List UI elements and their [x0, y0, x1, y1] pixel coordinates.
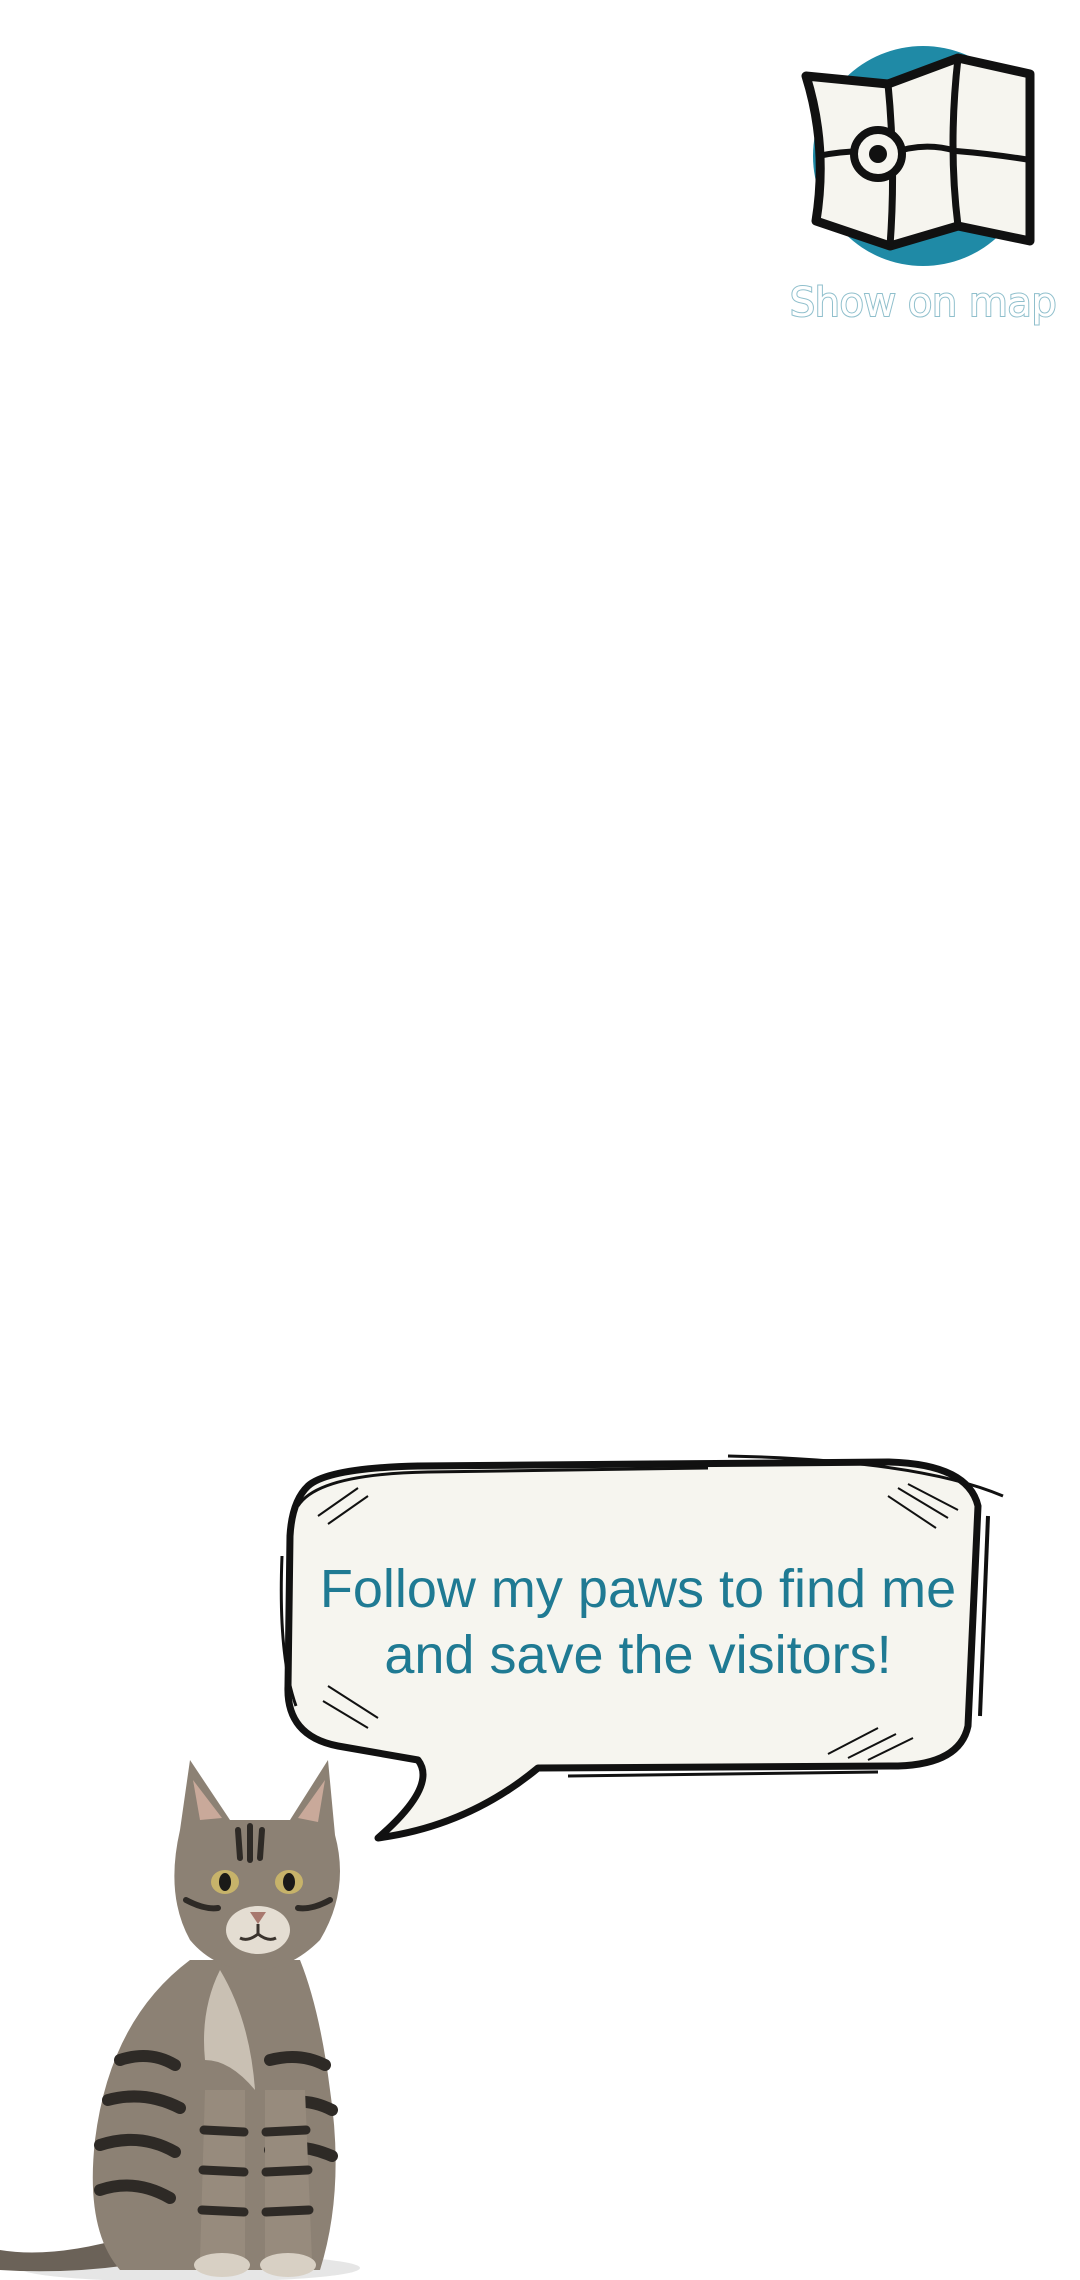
speech-bubble: Follow my paws to find me and save the v… — [268, 1446, 1018, 1846]
speech-bubble-text: Follow my paws to find me and save the v… — [318, 1556, 958, 1688]
show-on-map-label: Show on map — [789, 279, 1058, 327]
tabby-cat-illustration — [0, 1760, 360, 2280]
speech-bubble-line-2: and save the visitors! — [384, 1625, 892, 1685]
folded-map-icon — [801, 46, 1035, 266]
show-on-map-button[interactable]: Show on map — [778, 28, 1068, 348]
speech-bubble-line-1: Follow my paws to find me — [319, 1559, 957, 1619]
